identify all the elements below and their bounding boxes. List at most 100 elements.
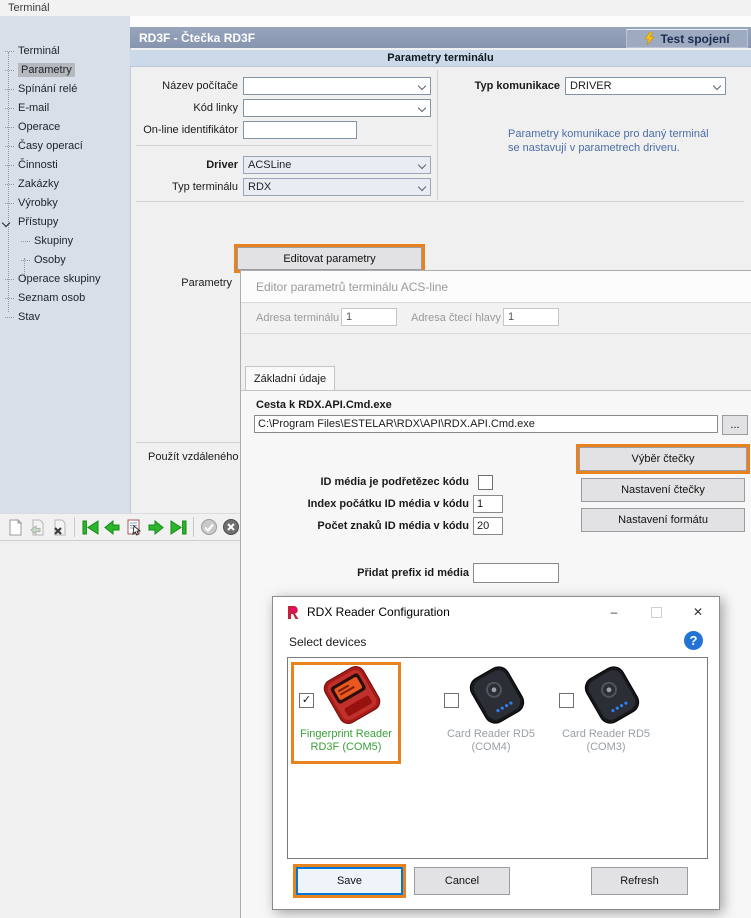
line-code-label: Kód linky xyxy=(130,102,238,114)
toolbar-separator xyxy=(74,517,75,537)
format-settings-button[interactable]: Nastavení formátu xyxy=(581,508,745,532)
line-code-combo[interactable] xyxy=(243,99,431,117)
terminal-type-combo[interactable]: RDX xyxy=(243,178,431,196)
sidebar-tree: Terminál Parametry Spínání relé E-mail O… xyxy=(0,42,130,327)
cancel-record-icon[interactable] xyxy=(220,516,242,538)
editor-dialog-title: Editor parametrů terminálu ACS-line xyxy=(241,271,751,303)
sidebar-item-skupiny[interactable]: Skupiny xyxy=(0,232,130,251)
toolbar-separator xyxy=(193,517,194,537)
device-card-rd5-com4[interactable]: Card Reader RD5 (COM4) xyxy=(436,662,546,764)
chevron-down-icon xyxy=(418,82,426,90)
card-reader-image xyxy=(576,665,648,727)
media-prefix-input[interactable] xyxy=(473,563,559,583)
device-fingerprint-rd3f[interactable]: ✓ Fingerprint Reader RD3F (COM5) xyxy=(291,662,401,764)
menu-terminal[interactable]: Terminál xyxy=(8,2,50,14)
next-record-icon[interactable] xyxy=(145,516,167,538)
edit-parameters-button[interactable]: Editovat parametry xyxy=(237,247,422,270)
first-record-icon[interactable] xyxy=(79,516,101,538)
sidebar-item-zakazky[interactable]: Zakázky xyxy=(0,175,130,194)
test-connection-button[interactable]: Test spojení xyxy=(626,29,748,48)
tab-zakladni-udaje[interactable]: Základní údaje xyxy=(245,366,335,391)
maximize-icon xyxy=(651,607,662,618)
sidebar-item-parametry[interactable]: Parametry xyxy=(0,61,130,80)
app-icon xyxy=(285,604,301,620)
browse-button[interactable]: ... xyxy=(722,415,748,435)
device-card-rd5-com3[interactable]: Card Reader RD5 (COM3) xyxy=(551,662,661,764)
id-media-start-index-input[interactable]: 1 xyxy=(473,495,503,513)
page-title: RD3F - Čtečka RD3F xyxy=(139,31,255,45)
chevron-down-icon xyxy=(418,104,426,112)
id-media-char-count-label: Počet znaků ID média v kódu xyxy=(269,520,469,532)
page-title-bar: RD3F - Čtečka RD3F Test spojení xyxy=(130,27,751,48)
id-media-char-count-input[interactable]: 20 xyxy=(473,517,503,535)
id-media-substring-label: ID média je podřetězec kódu xyxy=(289,476,469,488)
content-top-strip xyxy=(130,16,751,27)
edit-record-icon[interactable] xyxy=(26,516,48,538)
read-head-address-input[interactable]: 1 xyxy=(503,308,559,326)
prior-record-icon[interactable] xyxy=(101,516,123,538)
maximize-button xyxy=(635,597,677,627)
sidebar-item-spinani-rele[interactable]: Spínání relé xyxy=(0,80,130,99)
rdx-dialog-title: RDX Reader Configuration xyxy=(307,605,450,619)
terminal-type-label: Typ terminálu xyxy=(130,181,238,193)
terminal-address-label: Adresa terminálu xyxy=(256,312,339,324)
id-media-substring-checkbox[interactable] xyxy=(478,475,493,490)
chevron-down-icon xyxy=(418,161,426,169)
chevron-down-icon xyxy=(713,82,721,90)
sidebar-item-pristupy[interactable]: Přístupy xyxy=(0,213,130,232)
menubar: Terminál xyxy=(0,0,751,17)
reader-settings-button[interactable]: Nastavení čtečky xyxy=(581,478,745,502)
sidebar: Terminál Parametry Spínání relé E-mail O… xyxy=(0,16,131,513)
section-title: Parametry terminálu xyxy=(130,50,751,67)
sidebar-item-casy-operaci[interactable]: Časy operací xyxy=(0,137,130,156)
close-button[interactable]: ✕ xyxy=(677,597,719,627)
online-id-input[interactable] xyxy=(243,121,357,139)
terminal-address-input[interactable]: 1 xyxy=(341,308,397,326)
minimize-button[interactable]: – xyxy=(593,597,635,627)
sidebar-item-terminal[interactable]: Terminál xyxy=(0,42,130,61)
fingerprint-reader-image xyxy=(316,665,388,727)
remote-access-label: Použít vzdáleného z xyxy=(148,451,240,463)
sidebar-item-stav[interactable]: Stav xyxy=(0,308,130,327)
communication-type-combo[interactable]: DRIVER xyxy=(565,77,726,95)
cancel-button[interactable]: Cancel xyxy=(414,867,510,895)
last-record-icon[interactable] xyxy=(167,516,189,538)
exe-path-label: Cesta k RDX.API.Cmd.exe xyxy=(256,399,392,411)
chevron-down-icon[interactable] xyxy=(2,219,10,227)
device-list: ✓ Fingerprint Reader RD3F (COM5) xyxy=(287,657,708,859)
refresh-record-icon[interactable] xyxy=(123,516,145,538)
sidebar-item-osoby[interactable]: Osoby xyxy=(0,251,130,270)
save-button[interactable]: Save xyxy=(296,867,403,895)
parameters-label: Parametry xyxy=(130,277,232,289)
sidebar-item-vyrobky[interactable]: Výrobky xyxy=(0,194,130,213)
driver-combo[interactable]: ACSLine xyxy=(243,156,431,174)
divider-vertical xyxy=(437,70,438,200)
new-record-icon[interactable] xyxy=(4,516,26,538)
sidebar-item-operace-skupiny[interactable]: Operace skupiny xyxy=(0,270,130,289)
rdx-reader-configuration-dialog: RDX Reader Configuration – ✕ Select devi… xyxy=(272,596,720,910)
device-checkbox[interactable] xyxy=(559,693,574,708)
device-checkbox[interactable] xyxy=(444,693,459,708)
sidebar-item-seznam-osob[interactable]: Seznam osob xyxy=(0,289,130,308)
computer-name-combo[interactable] xyxy=(243,77,431,95)
chevron-down-icon xyxy=(418,183,426,191)
id-media-start-index-label: Index počátku ID média v kódu xyxy=(269,498,469,510)
help-icon[interactable]: ? xyxy=(684,631,703,650)
exe-path-input[interactable]: C:\Program Files\ESTELAR\RDX\API\RDX.API… xyxy=(254,415,718,433)
driver-info-note: Parametry komunikace pro daný terminál s… xyxy=(508,127,709,155)
refresh-button[interactable]: Refresh xyxy=(591,867,688,895)
select-reader-button[interactable]: Výběr čtečky xyxy=(579,447,747,471)
test-connection-label: Test spojení xyxy=(660,32,729,46)
divider xyxy=(136,201,744,202)
delete-record-icon[interactable] xyxy=(48,516,70,538)
online-id-label: On-line identifikátor xyxy=(130,124,238,136)
communication-type-label: Typ komunikace xyxy=(445,80,560,92)
rdx-dialog-titlebar[interactable]: RDX Reader Configuration – ✕ xyxy=(273,597,719,627)
driver-label: Driver xyxy=(130,159,238,171)
sidebar-item-operace[interactable]: Operace xyxy=(0,118,130,137)
post-record-icon[interactable] xyxy=(198,516,220,538)
sidebar-item-email[interactable]: E-mail xyxy=(0,99,130,118)
sidebar-item-cinnosti[interactable]: Činnosti xyxy=(0,156,130,175)
device-checkbox[interactable]: ✓ xyxy=(299,693,314,708)
computer-name-label: Název počítače xyxy=(130,80,238,92)
